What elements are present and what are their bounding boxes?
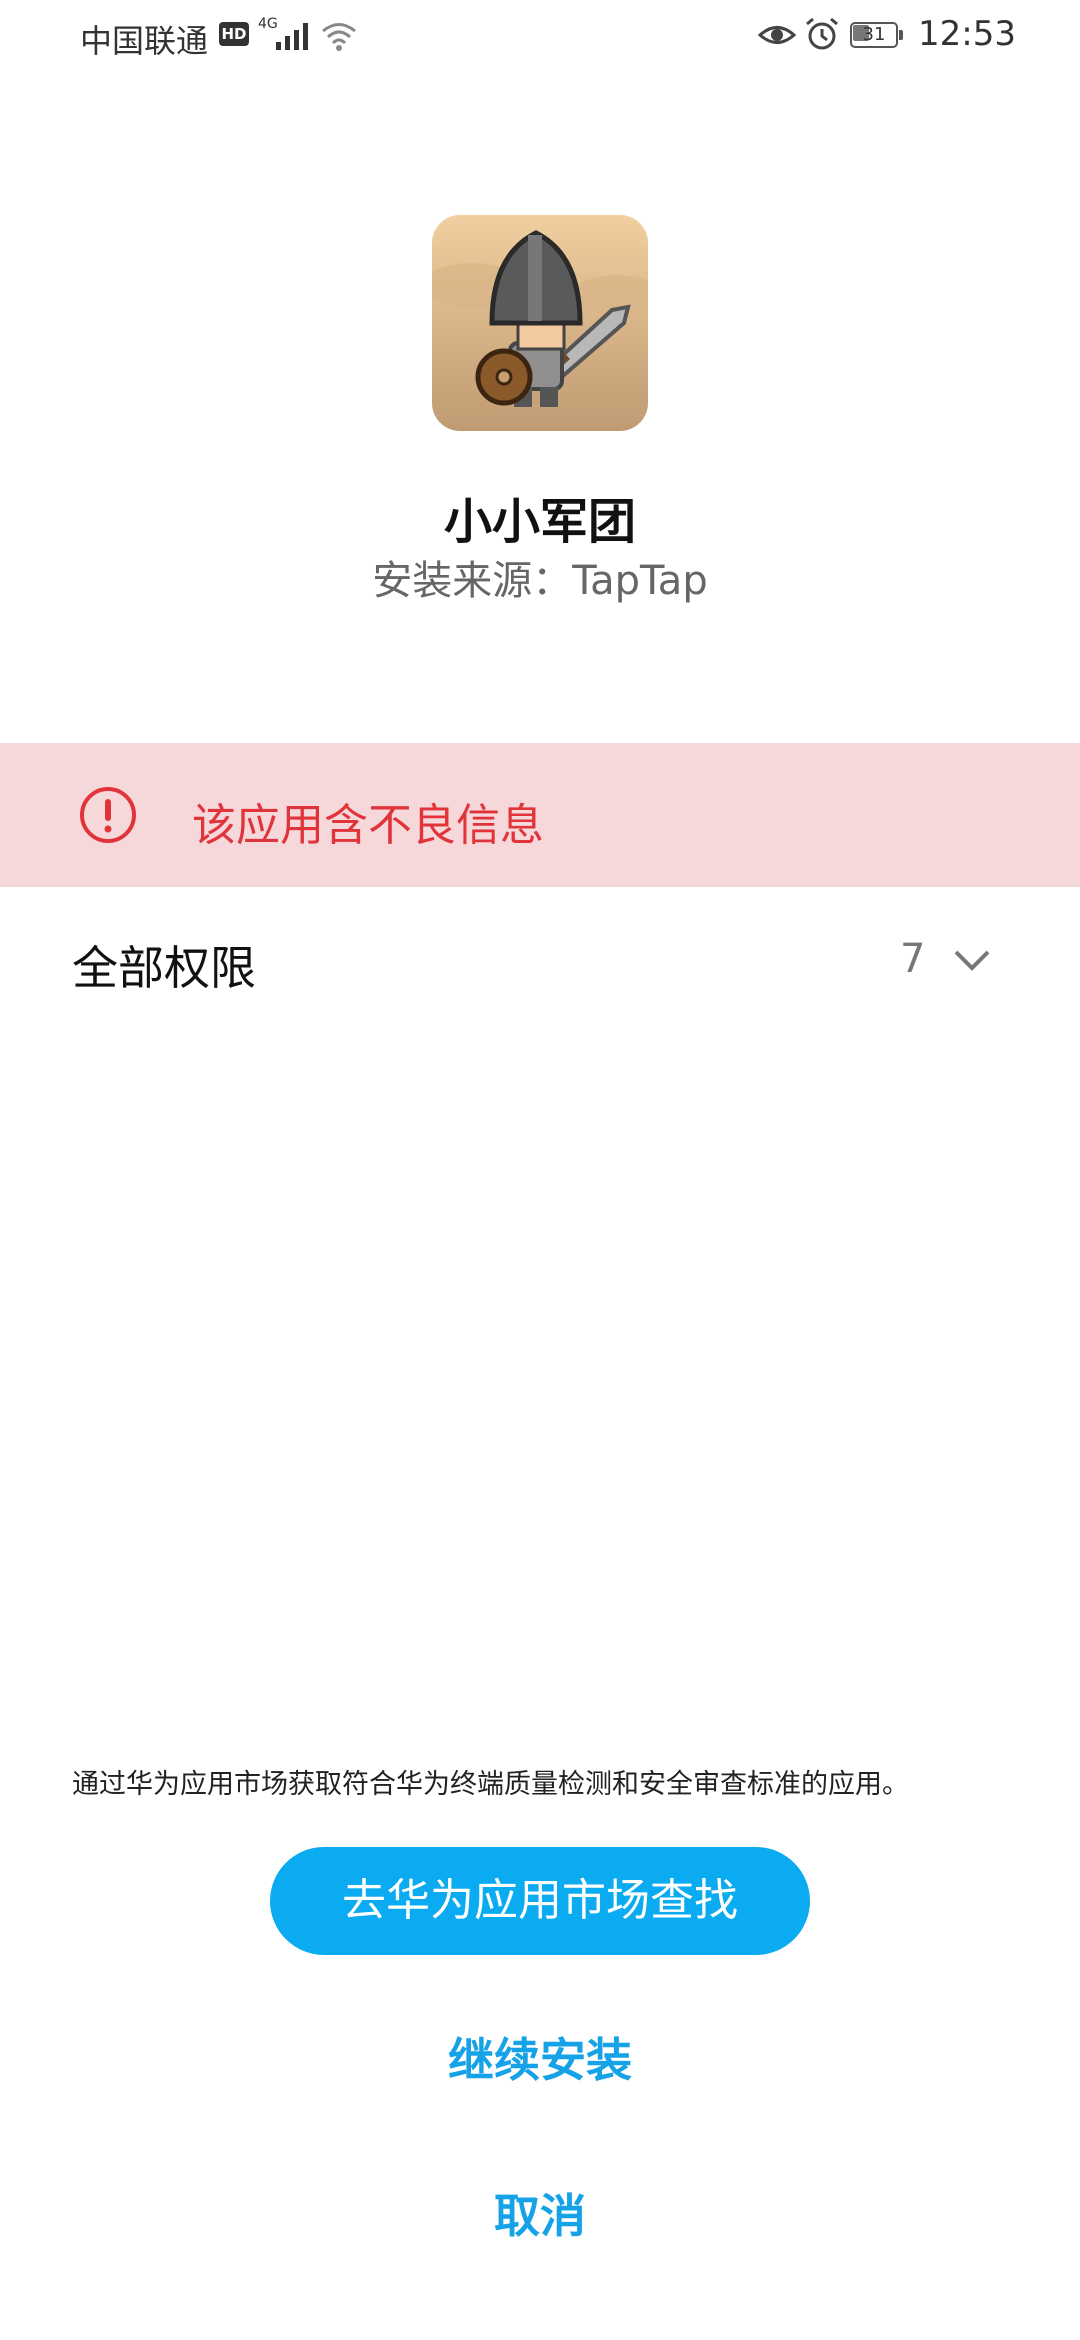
battery-icon: 31 (850, 22, 906, 50)
carrier-name: 中国联通 (80, 22, 209, 60)
market-note: 通过华为应用市场获取符合华为终端质量检测和安全审查标准的应用。 (72, 1769, 909, 1800)
status-bar: 中国联通 HD 4G 31 12:53 (0, 0, 1080, 72)
eye-icon (758, 26, 796, 44)
cancel-button[interactable]: 取消 (390, 2180, 690, 2252)
battery-tip (899, 30, 903, 40)
app-name: 小小军团 (443, 494, 636, 550)
hd-badge: HD (219, 22, 249, 46)
exclamation-circle-icon (80, 787, 136, 843)
all-permissions-row[interactable]: 全部权限 7 (0, 912, 1080, 1012)
warning-banner: 该应用含不良信息 (0, 743, 1080, 887)
clock: 12:53 (918, 14, 1016, 54)
alarm-icon (806, 17, 838, 50)
signal-icon (276, 23, 308, 50)
continue-install-button[interactable]: 继续安装 (340, 2024, 740, 2096)
battery-level: 31 (862, 24, 886, 45)
permissions-label: 全部权限 (72, 941, 256, 995)
install-source: 安装来源：TapTap (372, 558, 708, 604)
wifi-icon (322, 23, 356, 51)
permissions-count: 7 (900, 936, 926, 982)
chevron-down-icon[interactable] (952, 946, 992, 976)
knight-game-icon (432, 215, 648, 431)
warning-text: 该应用含不良信息 (192, 800, 544, 851)
go-to-app-market-button[interactable]: 去华为应用市场查找 (270, 1847, 810, 1955)
